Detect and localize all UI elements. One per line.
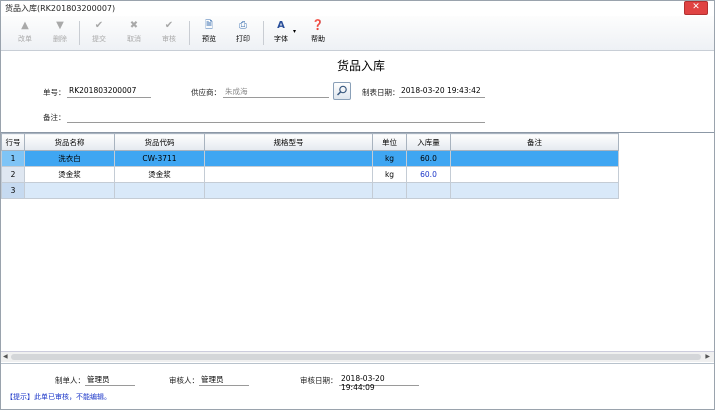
search-icon [336, 85, 347, 96]
remark-cell[interactable] [450, 182, 619, 199]
font-button[interactable]: A 字体 [267, 19, 295, 47]
title-bar: 货品入库(RK201803200007) ✕ [1, 1, 714, 15]
column-header[interactable]: 货品代码 [114, 133, 205, 151]
font-icon: A [277, 20, 285, 31]
remark-label: 备注： [43, 113, 66, 122]
scroll-right-icon[interactable]: ▶ [705, 353, 710, 360]
supplier-label: 供应商： [191, 88, 221, 97]
toolbar: ▲ 改单 ▼ 删除 ✔ 提交 ✖ 取消 ✔ 审核 🗎 预览 ⎙ 打印 A 字体 ▾ ❓ 帮助 [1, 16, 714, 51]
font-dropdown-arrow-icon[interactable]: ▾ [293, 28, 296, 35]
arrow-down-icon: ▼ [56, 20, 64, 31]
quantity-cell[interactable]: 60.0 [406, 166, 451, 183]
close-button[interactable]: ✕ [684, 1, 708, 15]
item-code-cell[interactable] [114, 182, 205, 199]
toolbar-separator [189, 21, 190, 45]
quantity-cell[interactable]: 60.0 [406, 150, 451, 167]
help-button[interactable]: ❓ 帮助 [304, 19, 332, 47]
audit-button[interactable]: ✔ 审核 [155, 19, 183, 47]
items-table: 行号 货品名称 货品代码 规格型号 单位 入库量 备注 1 洗衣白 CW-371… [1, 133, 619, 199]
date-field: 2018-03-20 19:43:42 [399, 86, 485, 98]
item-name-cell[interactable]: 洗衣白 [24, 150, 115, 167]
submit-button[interactable]: ✔ 提交 [85, 19, 113, 47]
status-tip: 【提示】此单已审核，不能编辑。 [6, 393, 111, 401]
help-icon: ❓ [311, 20, 325, 31]
scroll-left-icon[interactable]: ◀ [3, 353, 8, 360]
row-number: 1 [1, 150, 25, 167]
remark-cell[interactable] [450, 150, 619, 167]
row-number: 3 [1, 182, 25, 199]
window-title: 货品入库(RK201803200007) [5, 4, 116, 13]
spec-cell[interactable] [204, 182, 373, 199]
order-no-field: RK201803200007 [67, 86, 151, 98]
spec-cell[interactable] [204, 166, 373, 183]
maker-label: 制单人： [55, 376, 85, 385]
audit-date-field: 2018-03-20 19:44:09 [339, 374, 419, 392]
delete-button[interactable]: ▼ 删除 [46, 19, 74, 47]
scrollbar-thumb[interactable] [11, 354, 701, 360]
document-title: 货品入库 [336, 59, 385, 73]
row-number: 2 [1, 166, 25, 183]
modify-button[interactable]: ▲ 改单 [11, 19, 39, 47]
item-code-cell[interactable]: CW-3711 [114, 150, 205, 167]
order-no-label: 单号： [43, 88, 66, 97]
preview-button[interactable]: 🗎 预览 [195, 19, 223, 47]
printer-icon: ⎙ [239, 20, 247, 31]
quantity-cell[interactable] [406, 182, 451, 199]
supplier-search-button[interactable] [333, 82, 351, 100]
check-icon: ✔ [164, 20, 174, 31]
audit-date-label: 审核日期： [300, 376, 338, 385]
auditor-field: 管理员 [199, 374, 249, 386]
table-row[interactable]: 1 洗衣白 CW-3711 kg 60.0 [1, 150, 619, 167]
preview-icon: 🗎 [204, 20, 214, 31]
column-header[interactable]: 入库量 [406, 133, 451, 151]
arrow-up-icon: ▲ [21, 20, 29, 31]
table-row[interactable]: 2 烫金浆 烫金浆 kg 60.0 [1, 166, 619, 183]
unit-cell[interactable]: kg [372, 166, 407, 183]
item-code-cell[interactable]: 烫金浆 [114, 166, 205, 183]
remark-field[interactable] [67, 111, 485, 123]
print-button[interactable]: ⎙ 打印 [229, 19, 257, 47]
maker-field: 管理员 [85, 374, 135, 386]
toolbar-separator [263, 21, 264, 45]
x-icon: ✖ [129, 20, 139, 31]
item-name-cell[interactable]: 烫金浆 [24, 166, 115, 183]
unit-cell[interactable]: kg [372, 150, 407, 167]
horizontal-scrollbar[interactable]: ◀ ▶ [1, 351, 714, 362]
spec-cell[interactable] [204, 150, 373, 167]
column-header[interactable]: 规格型号 [204, 133, 373, 151]
date-label: 制表日期： [362, 88, 400, 97]
toolbar-separator [79, 21, 80, 45]
table-row[interactable]: 3 [1, 182, 619, 199]
unit-cell[interactable] [372, 182, 407, 199]
items-grid: 行号 货品名称 货品代码 规格型号 单位 入库量 备注 1 洗衣白 CW-371… [1, 132, 714, 363]
column-header[interactable]: 单位 [372, 133, 407, 151]
column-header[interactable]: 货品名称 [24, 133, 115, 151]
column-header[interactable]: 行号 [1, 133, 25, 151]
window: 货品入库(RK201803200007) ✕ ▲ 改单 ▼ 删除 ✔ 提交 ✖ 取消 ✔… [0, 0, 715, 410]
supplier-field[interactable]: 朱成海 [223, 86, 329, 98]
cancel-button[interactable]: ✖ 取消 [120, 19, 148, 47]
table-header-row: 行号 货品名称 货品代码 规格型号 单位 入库量 备注 [1, 133, 619, 151]
item-name-cell[interactable] [24, 182, 115, 199]
auditor-label: 审核人： [169, 376, 199, 385]
remark-cell[interactable] [450, 166, 619, 183]
column-header[interactable]: 备注 [450, 133, 619, 151]
check-icon: ✔ [94, 20, 104, 31]
